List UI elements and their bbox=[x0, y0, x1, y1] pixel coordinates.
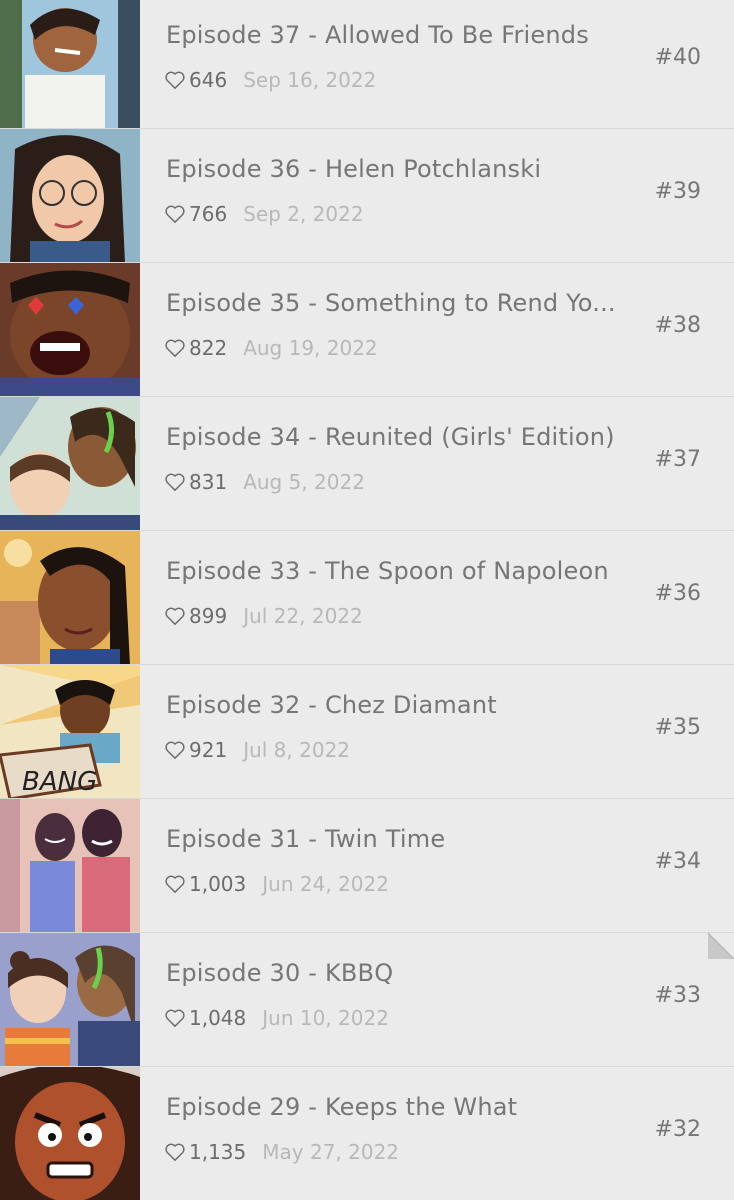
episode-row[interactable]: Episode 36 - Helen Potchlanski 766 Sep 2… bbox=[0, 129, 734, 263]
like-count: 1,003 bbox=[189, 872, 247, 896]
like-count: 899 bbox=[189, 604, 228, 628]
episode-number: #39 bbox=[654, 179, 701, 204]
episode-meta: 921 Jul 8, 2022 bbox=[164, 738, 350, 762]
like-count: 921 bbox=[189, 738, 228, 762]
episode-thumbnail[interactable] bbox=[0, 531, 140, 664]
like-count: 1,048 bbox=[189, 1006, 247, 1030]
episode-row[interactable]: Episode 29 - Keeps the What 1,135 May 27… bbox=[0, 1067, 734, 1200]
episode-meta: 646 Sep 16, 2022 bbox=[164, 68, 376, 92]
heart-outline-icon bbox=[165, 741, 185, 759]
publish-date: Jul 8, 2022 bbox=[243, 738, 351, 762]
episode-title: Episode 35 - Something to Rend Yo... bbox=[166, 289, 616, 317]
episode-number: #32 bbox=[654, 1117, 701, 1142]
publish-date: Jun 24, 2022 bbox=[262, 872, 389, 896]
episode-thumbnail[interactable] bbox=[0, 0, 140, 128]
svg-text:BANG: BANG bbox=[22, 767, 97, 797]
episode-meta: 831 Aug 5, 2022 bbox=[164, 470, 365, 494]
episode-number: #34 bbox=[654, 849, 701, 874]
episode-title: Episode 32 - Chez Diamant bbox=[166, 691, 497, 719]
episode-row[interactable]: Episode 35 - Something to Rend Yo... 822… bbox=[0, 263, 734, 397]
publish-date: Jul 22, 2022 bbox=[243, 604, 363, 628]
publish-date: Aug 5, 2022 bbox=[243, 470, 365, 494]
episode-meta: 1,135 May 27, 2022 bbox=[164, 1140, 399, 1164]
publish-date: Sep 2, 2022 bbox=[243, 202, 364, 226]
episode-row[interactable]: Episode 33 - The Spoon of Napoleon 899 J… bbox=[0, 531, 734, 665]
episode-title: Episode 33 - The Spoon of Napoleon bbox=[166, 557, 609, 585]
heart-outline-icon bbox=[165, 607, 185, 625]
episode-list: Episode 37 - Allowed To Be Friends 646 S… bbox=[0, 0, 734, 1200]
publish-date: Aug 19, 2022 bbox=[243, 336, 378, 360]
episode-row[interactable]: Episode 30 - KBBQ 1,048 Jun 10, 2022 #33 bbox=[0, 933, 734, 1067]
episode-thumbnail[interactable]: BANG bbox=[0, 665, 140, 798]
episode-number: #37 bbox=[654, 447, 701, 472]
episode-thumbnail[interactable] bbox=[0, 1067, 140, 1200]
episode-number: #40 bbox=[654, 45, 701, 70]
episode-row[interactable]: Episode 31 - Twin Time 1,003 Jun 24, 202… bbox=[0, 799, 734, 933]
publish-date: May 27, 2022 bbox=[262, 1140, 400, 1164]
heart-outline-icon bbox=[165, 1009, 185, 1027]
heart-outline-icon bbox=[165, 1143, 185, 1161]
episode-thumbnail[interactable] bbox=[0, 129, 140, 262]
heart-outline-icon bbox=[165, 339, 185, 357]
episode-row[interactable]: Episode 34 - Reunited (Girls' Edition) 8… bbox=[0, 397, 734, 531]
publish-date: Sep 16, 2022 bbox=[243, 68, 377, 92]
heart-outline-icon bbox=[165, 71, 185, 89]
episode-row[interactable]: Episode 37 - Allowed To Be Friends 646 S… bbox=[0, 0, 734, 129]
episode-title: Episode 37 - Allowed To Be Friends bbox=[166, 21, 589, 49]
episode-thumbnail[interactable] bbox=[0, 799, 140, 932]
like-count: 766 bbox=[189, 202, 228, 226]
episode-meta: 1,003 Jun 24, 2022 bbox=[164, 872, 389, 896]
heart-outline-icon bbox=[165, 205, 185, 223]
publish-date: Jun 10, 2022 bbox=[262, 1006, 389, 1030]
episode-title: Episode 30 - KBBQ bbox=[166, 959, 394, 987]
episode-meta: 766 Sep 2, 2022 bbox=[164, 202, 364, 226]
episode-title: Episode 29 - Keeps the What bbox=[166, 1093, 518, 1121]
episode-thumbnail[interactable] bbox=[0, 933, 140, 1066]
episode-number: #33 bbox=[654, 983, 701, 1008]
like-count: 1,135 bbox=[189, 1140, 247, 1164]
episode-title: Episode 36 - Helen Potchlanski bbox=[166, 155, 542, 183]
episode-title: Episode 34 - Reunited (Girls' Edition) bbox=[166, 423, 615, 451]
episode-title: Episode 31 - Twin Time bbox=[166, 825, 446, 853]
episode-row[interactable]: BANG Episode 32 - Chez Diamant 921 Jul 8… bbox=[0, 665, 734, 799]
episode-number: #36 bbox=[654, 581, 701, 606]
episode-meta: 822 Aug 19, 2022 bbox=[164, 336, 378, 360]
like-count: 822 bbox=[189, 336, 228, 360]
page-curl-icon[interactable] bbox=[708, 933, 734, 959]
episode-thumbnail[interactable] bbox=[0, 263, 140, 396]
like-count: 831 bbox=[189, 470, 228, 494]
heart-outline-icon bbox=[165, 473, 185, 491]
episode-number: #38 bbox=[654, 313, 701, 338]
like-count: 646 bbox=[189, 68, 228, 92]
episode-meta: 1,048 Jun 10, 2022 bbox=[164, 1006, 389, 1030]
heart-outline-icon bbox=[165, 875, 185, 893]
episode-meta: 899 Jul 22, 2022 bbox=[164, 604, 363, 628]
episode-number: #35 bbox=[654, 715, 701, 740]
episode-thumbnail[interactable] bbox=[0, 397, 140, 530]
